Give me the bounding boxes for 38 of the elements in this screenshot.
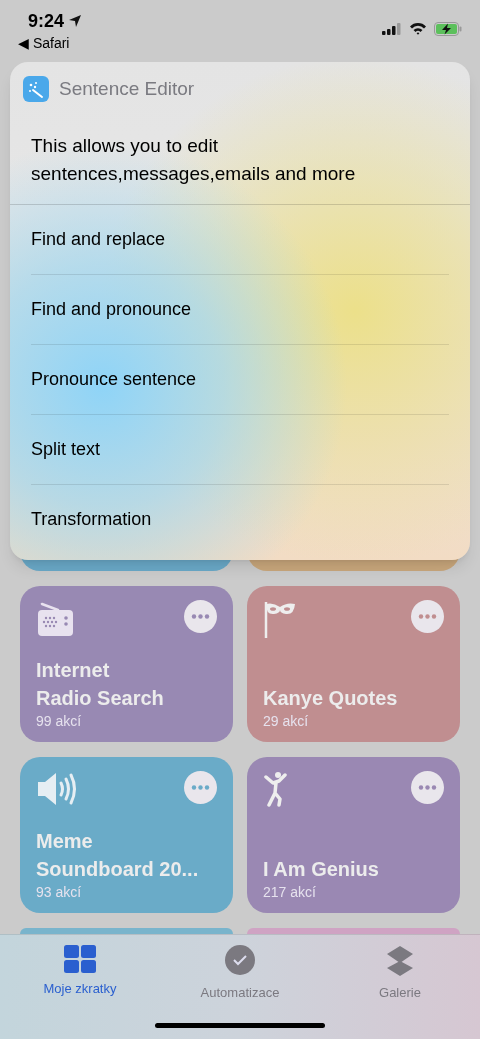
action-item[interactable]: Find and pronounce (31, 274, 449, 344)
clock-check-icon (224, 945, 256, 977)
tab-button[interactable]: Moje zkratky (0, 945, 160, 1003)
action-count: 29 akcí (263, 712, 310, 730)
more-button[interactable] (411, 600, 444, 633)
shortcut-title: I Am Genius (263, 857, 380, 882)
grid-icon (64, 945, 96, 973)
tab-button[interactable]: Automatizace (160, 945, 320, 1003)
shortcut-card[interactable]: Internet Radio Search 99 akcí (20, 586, 233, 742)
shortcut-card[interactable]: Kanye Quotes 29 akcí (247, 586, 460, 742)
action-item[interactable]: Find and replace (31, 204, 449, 274)
battery-charging-icon (434, 21, 462, 36)
more-button[interactable] (184, 600, 217, 633)
back-link[interactable]: ◀ Safari (18, 34, 83, 52)
clock-time: 9:24 (27, 10, 65, 32)
app-name: Sentence Editor (59, 77, 195, 101)
dancer-icon (263, 771, 289, 807)
action-item[interactable]: Transformation (31, 484, 449, 554)
action-item[interactable]: Split text (31, 414, 449, 484)
signal-icon (382, 22, 402, 35)
tab-button[interactable]: Galerie (320, 945, 480, 1003)
more-button[interactable] (411, 771, 444, 804)
more-button[interactable] (184, 771, 217, 804)
action-count: 93 akcí (36, 883, 83, 901)
shortcut-title: Kanye Quotes (263, 686, 399, 711)
wifi-icon (409, 22, 427, 35)
shortcut-title: Internet Radio Search (36, 658, 165, 711)
magic-wand-icon (23, 76, 49, 103)
radio-icon (36, 600, 74, 638)
shortcut-card[interactable]: Meme Soundboard 20... 93 akcí (20, 757, 233, 913)
action-item[interactable]: Pronounce sentence (31, 344, 449, 414)
mask-icon (263, 600, 297, 638)
location-arrow-icon (68, 14, 83, 28)
action-count: 99 akcí (36, 712, 83, 730)
shortcut-card[interactable]: I Am Genius 217 akcí (247, 757, 460, 913)
shortcut-description: This allows you to edit sentences,messages,emails and more (30, 133, 357, 186)
action-count: 217 akcí (263, 883, 317, 901)
shortcut-title: Meme Soundboard 20... (36, 829, 200, 882)
